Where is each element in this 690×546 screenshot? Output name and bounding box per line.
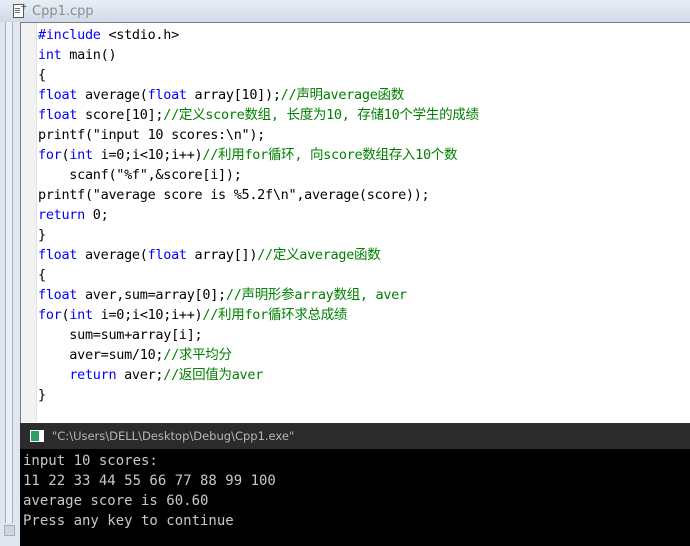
code-token-pl: printf("average score is %5.2f\n",averag… — [38, 187, 430, 203]
code-line: sum=sum+array[i]; — [38, 325, 690, 345]
cpp-file-icon: ✛ — [12, 3, 27, 19]
code-token-pl: } — [38, 227, 46, 243]
code-token-pl: aver=sum/10; — [38, 347, 164, 363]
code-token-cm: //求平均分 — [163, 347, 232, 363]
code-line: return 0; — [38, 205, 690, 225]
code-line: } — [38, 225, 690, 245]
code-token-pl: { — [38, 267, 46, 283]
code-token-kw: return — [38, 207, 85, 223]
console-title-text: "C:\Users\DELL\Desktop\Debug\Cpp1.exe" — [52, 429, 295, 443]
code-token-kw: float — [38, 287, 78, 303]
code-line: printf("average score is %5.2f\n",averag… — [38, 185, 690, 205]
code-token-pl: { — [38, 67, 46, 83]
code-token-cm: //定义score数组, 长度为10, 存储10个学生的成绩 — [163, 107, 479, 123]
code-token-pl: array[]) — [186, 247, 258, 263]
code-line: printf("input 10 scores:\n"); — [38, 125, 690, 145]
console-output-line: average score is 60.60 — [23, 493, 209, 509]
console-output: input 10 scores: 11 22 33 44 55 66 77 88 … — [20, 449, 690, 531]
code-token-kw: int — [69, 147, 93, 163]
console-window-icon — [30, 430, 44, 442]
code-line: float average(float array[10]);//声明avera… — [38, 85, 690, 105]
code-token-cm: //定义average函数 — [257, 247, 381, 263]
code-token-pl: printf("input 10 scores:\n"); — [38, 127, 266, 143]
code-token-kw: float — [147, 87, 187, 103]
editor-tab-strip: ✛ Cpp1.cpp — [0, 0, 690, 22]
code-token-pl: aver; — [116, 367, 164, 383]
code-line: aver=sum/10;//求平均分 — [38, 345, 690, 365]
tab-label: Cpp1.cpp — [32, 3, 94, 19]
code-line: { — [38, 65, 690, 85]
code-line: int main() — [38, 45, 690, 65]
code-token-pl: } — [38, 387, 46, 403]
code-token-cm: //返回值为aver — [163, 367, 264, 383]
code-line: for(int i=0;i<10;i++)//利用for循环, 向score数组… — [38, 145, 690, 165]
code-line: float average(float array[])//定义average函… — [38, 245, 690, 265]
lower-left-margin — [0, 423, 20, 546]
console-output-line: input 10 scores: — [23, 453, 158, 469]
code-token-pl: sum=sum+array[i]; — [38, 327, 203, 343]
code-token-pl: i=0;i<10;i++) — [92, 307, 203, 323]
code-line: } — [38, 385, 690, 405]
code-token-cm: //声明average函数 — [280, 87, 405, 103]
code-token-kw: return — [69, 367, 117, 383]
code-token-cm: //利用for循环, 向score数组存入10个数 — [202, 147, 458, 163]
code-token-pl: array[10]); — [186, 87, 281, 103]
code-token-pl: main() — [61, 47, 117, 63]
code-line: float aver,sum=array[0];//声明形参array数组, a… — [38, 285, 690, 305]
console-output-line: Press any key to continue — [23, 513, 234, 529]
code-token-cm: //利用for循环求总成绩 — [202, 307, 348, 323]
source-code-text[interactable]: #include <stdio.h> int main(){float avera… — [38, 25, 690, 405]
code-token-pl: <stdio.h> — [108, 27, 179, 43]
code-token-pl: 0; — [84, 207, 109, 223]
editor-left-margin-scrollbar[interactable] — [0, 22, 20, 423]
code-token-kw: #include — [38, 27, 109, 43]
tab-cpp1-cpp[interactable]: ✛ Cpp1.cpp — [8, 0, 104, 22]
code-token-kw: int — [38, 47, 62, 63]
code-token-kw: float — [147, 247, 187, 263]
code-editor[interactable]: #include <stdio.h> int main(){float avera… — [0, 22, 690, 423]
code-line: scanf("%f",&score[i]); — [38, 165, 690, 185]
code-token-pl: average( — [77, 247, 148, 263]
scrollbar-track[interactable] — [5, 22, 13, 423]
code-token-pl: i=0;i<10;i++) — [92, 147, 203, 163]
code-token-pl: scanf("%f",&score[i]); — [38, 167, 242, 183]
code-token-kw: for — [38, 147, 62, 163]
scrollbar-down-button[interactable] — [4, 525, 15, 536]
code-token-kw: float — [38, 87, 78, 103]
code-line: for(int i=0;i<10;i++)//利用for循环求总成绩 — [38, 305, 690, 325]
code-token-kw: float — [38, 107, 78, 123]
code-token-kw: int — [69, 307, 93, 323]
lower-scrollbar-track[interactable] — [5, 423, 13, 523]
code-line: { — [38, 265, 690, 285]
code-token-kw: float — [38, 247, 78, 263]
console-title-bar[interactable]: "C:\Users\DELL\Desktop\Debug\Cpp1.exe" — [20, 423, 690, 449]
code-token-kw: for — [38, 307, 62, 323]
code-token-cm: //声明形参array数组, aver — [225, 287, 407, 303]
console-window[interactable]: "C:\Users\DELL\Desktop\Debug\Cpp1.exe" i… — [20, 423, 690, 546]
code-token-pl: aver,sum=array[0]; — [77, 287, 226, 303]
code-line: return aver;//返回值为aver — [38, 365, 690, 385]
code-line: #include <stdio.h> — [38, 25, 690, 45]
code-token-pl: average( — [77, 87, 148, 103]
console-output-line: 11 22 33 44 55 66 77 88 99 100 — [23, 473, 276, 489]
code-line: float score[10];//定义score数组, 长度为10, 存储10… — [38, 105, 690, 125]
editor-indicator-gutter[interactable] — [21, 23, 37, 422]
code-token-pl: score[10]; — [77, 107, 164, 123]
